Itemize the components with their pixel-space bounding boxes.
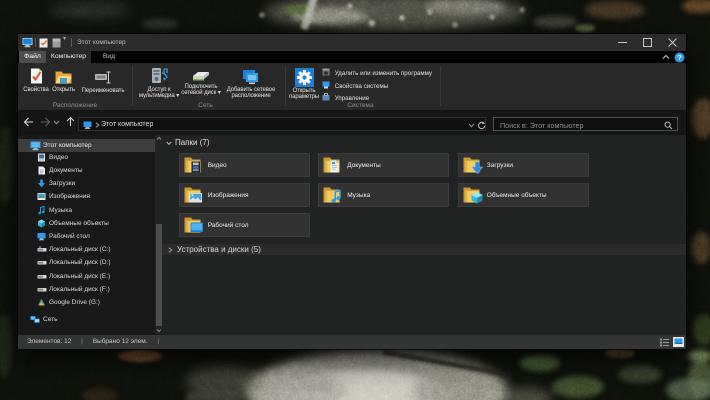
svg-text:?: ? [677, 53, 682, 62]
